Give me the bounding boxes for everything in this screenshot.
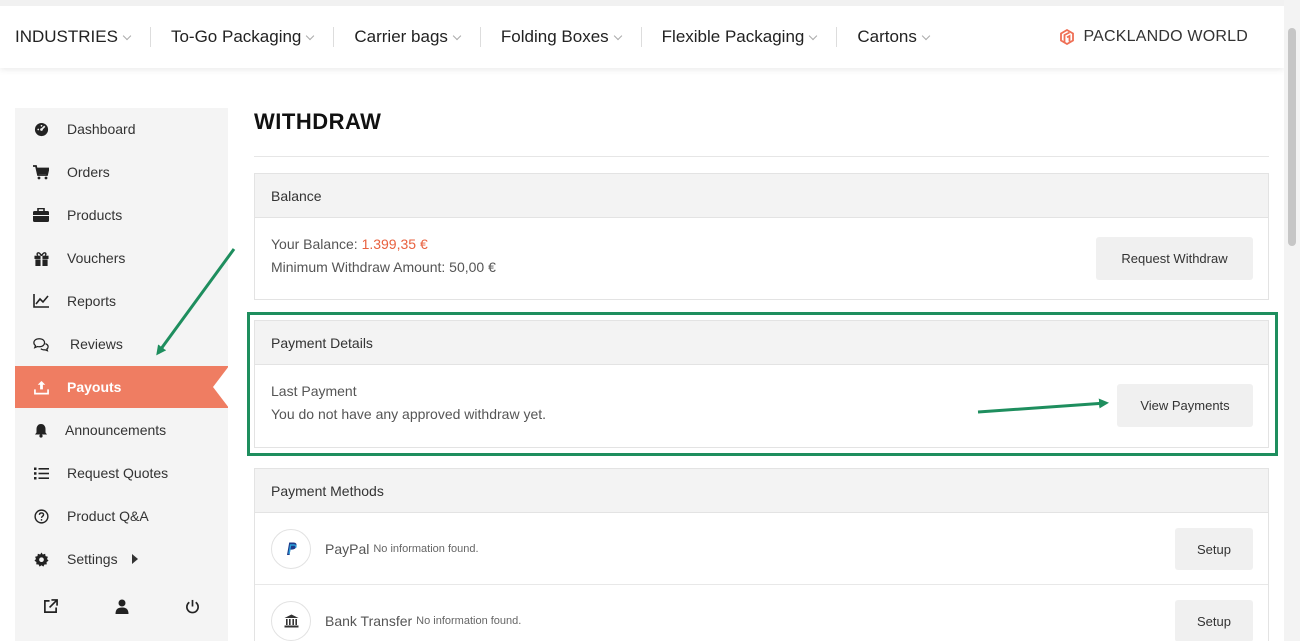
- chevron-down-icon: [122, 31, 132, 40]
- bank-transfer-setup-button[interactable]: Setup: [1175, 600, 1253, 641]
- list-icon: [33, 465, 49, 481]
- balance-panel: Balance Your Balance: 1.399,35 € Minimum…: [254, 173, 1269, 300]
- gift-icon: [33, 250, 49, 266]
- bank-icon: [271, 600, 311, 641]
- sidebar-item-vouchers[interactable]: Vouchers: [15, 237, 228, 279]
- request-withdraw-button[interactable]: Request Withdraw: [1096, 237, 1253, 280]
- top-navigation: INDUSTRIES To-Go Packaging Carrier bags …: [0, 0, 1284, 68]
- cart-icon: [33, 164, 49, 180]
- question-circle-icon: [33, 508, 49, 524]
- sidebar-item-products[interactable]: Products: [15, 194, 228, 236]
- chevron-down-icon: [921, 31, 931, 40]
- balance-heading: Balance: [255, 174, 1268, 218]
- nav-industries[interactable]: INDUSTRIES: [15, 6, 132, 68]
- divider: [254, 156, 1269, 157]
- payment-method-bank-transfer: Bank Transfer No information found. Setu…: [255, 585, 1268, 641]
- nav-cartons[interactable]: Cartons: [857, 6, 931, 68]
- user-icon[interactable]: [113, 597, 131, 615]
- nav-folding-boxes[interactable]: Folding Boxes: [501, 6, 622, 68]
- chevron-down-icon: [613, 31, 622, 40]
- paypal-icon: [271, 528, 311, 569]
- sidebar-item-payouts[interactable]: Payouts: [15, 366, 229, 408]
- sidebar-item-settings[interactable]: Settings: [15, 538, 228, 580]
- nav-divider: [836, 27, 838, 47]
- nav-to-go-packaging[interactable]: To-Go Packaging: [171, 6, 315, 68]
- sidebar-item-announcements[interactable]: Announcements: [15, 409, 228, 451]
- dashboard-sidebar: Dashboard Orders Products Vouchers Repor…: [15, 108, 229, 641]
- page-title: WITHDRAW: [254, 109, 382, 134]
- packlando-logo-icon: [1060, 29, 1075, 45]
- sidebar-item-request-quotes[interactable]: Request Quotes: [15, 452, 228, 494]
- bell-icon: [33, 422, 49, 438]
- nav-divider: [640, 27, 642, 47]
- payment-methods-heading: Payment Methods: [255, 469, 1268, 513]
- briefcase-icon: [33, 207, 49, 223]
- nav-divider: [149, 27, 151, 47]
- payment-method-paypal: PayPal No information found. Setup: [255, 513, 1268, 585]
- line-chart-icon: [33, 293, 49, 309]
- sidebar-item-orders[interactable]: Orders: [15, 151, 228, 193]
- payment-methods-panel: Payment Methods PayPal No information fo…: [254, 468, 1269, 641]
- nav-divider: [333, 27, 335, 47]
- dashboard-icon: [33, 121, 49, 137]
- sidebar-footer: [15, 588, 228, 624]
- brand-menu[interactable]: PACKLANDO WORLD: [1059, 6, 1256, 68]
- upload-icon: [33, 379, 49, 395]
- chevron-down-icon: [809, 31, 818, 40]
- scrollbar-thumb[interactable]: [1288, 28, 1296, 246]
- nav-divider: [479, 27, 481, 47]
- nav-carrier-bags[interactable]: Carrier bags: [354, 6, 462, 68]
- caret-right-icon: [131, 554, 138, 564]
- sidebar-item-dashboard[interactable]: Dashboard: [15, 108, 228, 150]
- annotation-highlight-box: [247, 312, 1278, 456]
- paypal-setup-button[interactable]: Setup: [1175, 528, 1253, 570]
- power-icon[interactable]: [184, 597, 202, 615]
- external-link-icon[interactable]: [42, 597, 60, 615]
- nav-flexible-packaging[interactable]: Flexible Packaging: [662, 6, 818, 68]
- your-balance-line: Your Balance: 1.399,35 €: [271, 236, 428, 252]
- sidebar-item-reports[interactable]: Reports: [15, 280, 228, 322]
- comments-icon: [33, 336, 49, 352]
- chevron-down-icon: [452, 31, 462, 40]
- chevron-down-icon: [306, 31, 315, 40]
- minimum-withdraw-line: Minimum Withdraw Amount: 50,00 €: [271, 259, 496, 275]
- sidebar-item-reviews[interactable]: Reviews: [15, 323, 228, 365]
- gear-icon: [33, 551, 49, 567]
- sidebar-item-product-qa[interactable]: Product Q&A: [15, 495, 228, 537]
- balance-amount: 1.399,35 €: [361, 236, 428, 252]
